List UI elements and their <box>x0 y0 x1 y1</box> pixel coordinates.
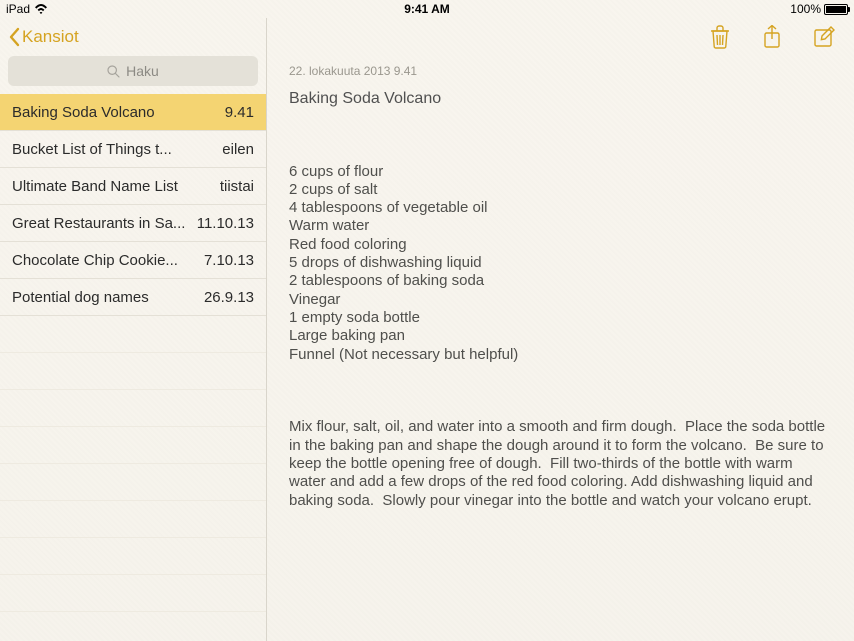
status-bar: iPad 9:41 AM 100% <box>0 0 854 18</box>
note-content: 22. lokakuuta 2013 9.41 Baking Soda Volc… <box>267 18 854 641</box>
note-row-date: 7.10.13 <box>204 252 254 269</box>
note-row-date: 9.41 <box>225 104 254 121</box>
share-icon <box>762 25 782 49</box>
note-row[interactable]: Ultimate Band Name Listtiistai <box>0 168 266 205</box>
note-timestamp: 22. lokakuuta 2013 9.41 <box>289 64 832 78</box>
note-row-date: eilen <box>222 141 254 158</box>
note-row[interactable]: Chocolate Chip Cookie...7.10.13 <box>0 242 266 279</box>
compose-icon <box>813 26 835 48</box>
note-row[interactable]: Baking Soda Volcano9.41 <box>0 94 266 131</box>
back-button[interactable]: Kansiot <box>8 27 79 47</box>
search-icon <box>107 65 120 78</box>
note-row-title: Chocolate Chip Cookie... <box>12 252 204 269</box>
search-input[interactable]: Haku <box>8 56 258 86</box>
sidebar: Kansiot Haku Baking Soda Volcano9.41Buck… <box>0 18 267 641</box>
note-row-date: tiistai <box>220 178 254 195</box>
note-row-title: Great Restaurants in Sa... <box>12 215 197 232</box>
note-ingredients: 6 cups of flour 2 cups of salt 4 tablesp… <box>289 163 832 364</box>
note-row-title: Baking Soda Volcano <box>12 104 225 121</box>
note-list: Baking Soda Volcano9.41Bucket List of Th… <box>0 94 266 641</box>
note-instructions: Mix flour, salt, oil, and water into a s… <box>289 418 832 509</box>
chevron-left-icon <box>8 27 20 47</box>
clock: 9:41 AM <box>404 2 450 16</box>
search-placeholder: Haku <box>126 63 159 79</box>
wifi-icon <box>34 4 48 14</box>
note-row-title: Ultimate Band Name List <box>12 178 220 195</box>
battery-icon <box>824 4 848 15</box>
trash-icon <box>710 25 730 49</box>
share-button[interactable] <box>760 25 784 49</box>
toolbar <box>267 18 854 56</box>
note-title: Baking Soda Volcano <box>289 90 832 108</box>
note-row-title: Bucket List of Things t... <box>12 141 222 158</box>
back-label: Kansiot <box>22 27 79 47</box>
note-row[interactable]: Potential dog names26.9.13 <box>0 279 266 316</box>
delete-button[interactable] <box>708 25 732 49</box>
compose-button[interactable] <box>812 25 836 49</box>
note-row-date: 26.9.13 <box>204 289 254 306</box>
note-row-date: 11.10.13 <box>197 215 254 232</box>
note-row-title: Potential dog names <box>12 289 204 306</box>
device-label: iPad <box>6 2 30 16</box>
battery-pct: 100% <box>790 2 821 16</box>
note-body[interactable]: 6 cups of flour 2 cups of salt 4 tablesp… <box>289 126 832 565</box>
note-row[interactable]: Great Restaurants in Sa...11.10.13 <box>0 205 266 242</box>
note-row[interactable]: Bucket List of Things t...eilen <box>0 131 266 168</box>
